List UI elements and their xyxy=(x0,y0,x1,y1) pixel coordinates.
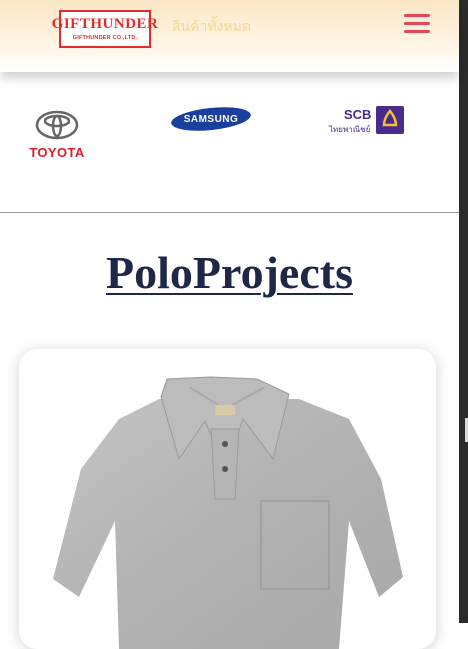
hamburger-icon xyxy=(404,14,430,33)
gifthunder-logo[interactable]: GIFTHUNDER GIFTHUNDER CO.,LTD. xyxy=(52,10,158,48)
samsung-logo: SAMSUNG xyxy=(170,105,252,138)
site-header: GIFTHUNDER GIFTHUNDER CO.,LTD. สินค้าทั้… xyxy=(0,0,459,72)
section-divider xyxy=(0,212,459,213)
product-card[interactable] xyxy=(19,349,436,649)
toyota-wordmark: TOYOTA xyxy=(29,145,85,160)
toyota-logo: TOYOTA xyxy=(22,110,92,160)
samsung-wordmark: SAMSUNG xyxy=(183,113,239,125)
scb-emblem-icon xyxy=(376,106,404,134)
logo-main-text: GIFTHUNDER xyxy=(51,16,159,32)
toyota-emblem-icon xyxy=(35,110,79,140)
client-logos-strip: TOYOTA SAMSUNG SCB ไทยพาณิชย์ xyxy=(0,90,459,210)
scrollbar-track[interactable] xyxy=(459,0,468,623)
section-title-link[interactable]: PoloProjects xyxy=(0,246,459,299)
logo-sub-text: GIFTHUNDER CO.,LTD. xyxy=(72,35,138,41)
header-nav-link[interactable]: สินค้าทั้งหมด xyxy=(172,16,251,38)
grey-polo-shirt-image xyxy=(53,376,403,649)
scb-wordmark: SCB xyxy=(344,107,372,122)
hamburger-menu-button[interactable] xyxy=(404,14,430,36)
scb-thai-wordmark: ไทยพาณิชย์ xyxy=(329,125,371,134)
scb-logo: SCB ไทยพาณิชย์ xyxy=(329,106,407,134)
